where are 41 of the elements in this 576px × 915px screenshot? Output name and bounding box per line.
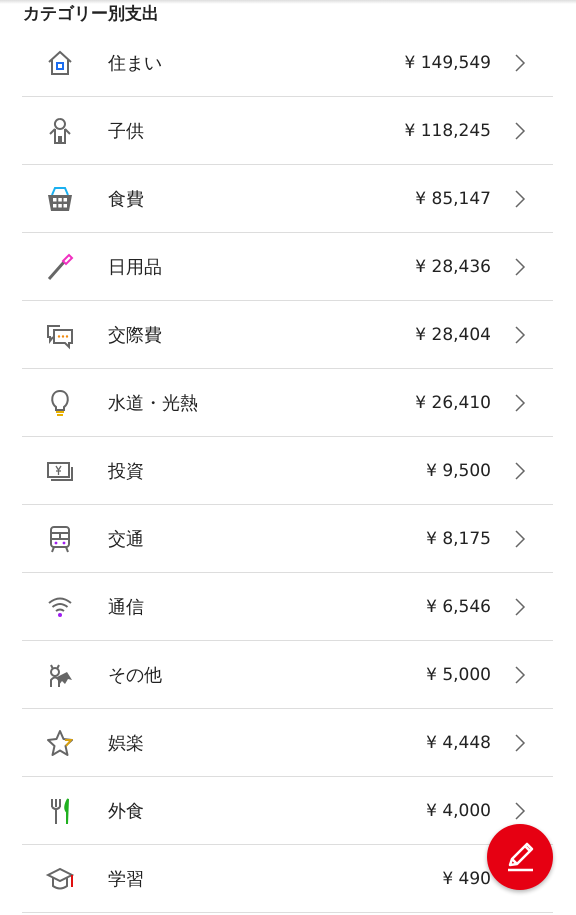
- category-name: 娯楽: [108, 732, 145, 754]
- chevron-icon: [513, 256, 527, 276]
- chevron-icon: [513, 732, 527, 752]
- category-name: 交際費: [108, 324, 163, 346]
- toothbrush-icon: [45, 252, 75, 282]
- category-name: 住まい: [108, 52, 163, 74]
- star-icon: [45, 728, 75, 758]
- category-amount: ¥ 6,546: [426, 596, 491, 616]
- category-amount: ¥ 4,000: [426, 800, 491, 820]
- section-title: カテゴリー別支出: [22, 4, 160, 26]
- category-name: その他: [108, 664, 163, 686]
- chevron-icon: [513, 188, 527, 208]
- chevron-icon: [513, 392, 527, 412]
- chevron-icon: [513, 120, 527, 140]
- chevron-icon: [513, 596, 527, 616]
- chevron-icon: [513, 528, 527, 548]
- category-name: 外食: [108, 800, 145, 822]
- chevron-icon: [513, 664, 527, 684]
- chevron-icon: [513, 52, 527, 72]
- category-name: 学習: [108, 868, 145, 890]
- category-amount: ¥ 9,500: [426, 460, 491, 480]
- category-amount: ¥ 8,175: [426, 528, 491, 548]
- category-name: 子供: [108, 120, 145, 142]
- chevron-icon: [513, 324, 527, 344]
- category-name: 水道・光熱: [108, 392, 199, 414]
- category-amount: ¥ 5,000: [426, 664, 491, 684]
- category-amount: ¥ 85,147: [415, 188, 491, 208]
- chevron-icon: [513, 460, 527, 480]
- category-amount: ¥ 28,404: [415, 324, 491, 344]
- category-amount: ¥ 118,245: [404, 120, 491, 140]
- chevron-icon: [513, 800, 527, 820]
- category-amount: ¥ 28,436: [415, 256, 491, 276]
- category-name: 交通: [108, 528, 145, 550]
- category-name: 日用品: [108, 256, 163, 278]
- category-name: 通信: [108, 596, 145, 618]
- category-amount: ¥ 26,410: [415, 392, 491, 412]
- category-name: 食費: [108, 188, 145, 210]
- category-amount: ¥ 149,549: [404, 52, 491, 72]
- category-amount: ¥ 4,448: [426, 732, 491, 752]
- category-amount: ¥ 490: [442, 868, 491, 888]
- category-name: 投資: [108, 460, 145, 482]
